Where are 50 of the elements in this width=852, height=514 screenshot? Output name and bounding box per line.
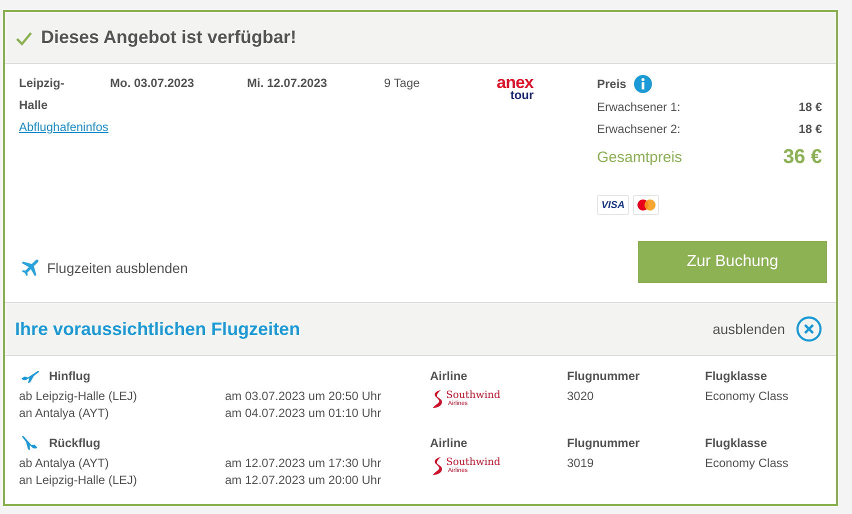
airline-heading: Airline (430, 436, 468, 450)
outbound-date: Mo. 03.07.2023 (110, 75, 196, 92)
arrival-time: am 04.07.2023 um 01:10 Uhr (225, 406, 382, 420)
class-heading: Flugklasse (705, 369, 768, 383)
arrival-time: am 12.07.2023 um 20:00 Uhr (225, 472, 382, 486)
flight-direction: Rückflug (49, 436, 100, 450)
flight-number-heading: Flugnummer (567, 436, 641, 450)
hide-link[interactable]: ausblenden (712, 321, 785, 337)
total-price: 36 € (783, 146, 822, 169)
airport-info-link[interactable]: Abflughafeninfos (19, 120, 108, 134)
flight-direction: Hinflug (49, 369, 90, 383)
airline-heading: Airline (430, 369, 468, 383)
travel-class: Economy Class (705, 456, 790, 470)
swirl-logo-icon (430, 456, 444, 476)
airline-logo-name: Southwind (446, 458, 500, 468)
travel-class: Economy Class (705, 388, 790, 402)
airplane-icon (19, 257, 41, 279)
passenger-label: Erwachsener 1: (597, 99, 680, 116)
departure-airport: ab Antalya (AYT) (19, 456, 110, 470)
takeoff-plane-icon (19, 368, 41, 384)
price-label: Preis (597, 77, 626, 91)
arrival-airport: an Leipzig-Halle (LEJ) (19, 472, 138, 486)
arrival-airport: an Antalya (AYT) (19, 406, 110, 420)
visa-card: VISA (597, 195, 629, 215)
passenger-price: 18 € (798, 121, 822, 138)
passenger-label: Erwachsener 2: (597, 121, 680, 138)
departure-time: am 12.07.2023 um 17:30 Uhr (225, 456, 382, 470)
mastercard-icon (633, 195, 659, 215)
flight-number: 3019 (567, 456, 595, 470)
flight-times-toggle[interactable]: Flugzeiten ausblenden (19, 257, 597, 279)
section-title: Ihre voraussichtlichen Flugzeiten (15, 318, 300, 340)
toggle-label[interactable]: Flugzeiten ausblenden (47, 260, 188, 276)
trip-duration: 9 Tage (384, 75, 421, 92)
total-price-label: Gesamtpreis (597, 149, 682, 166)
flight-number: 3020 (567, 388, 595, 402)
swirl-logo-icon (430, 389, 444, 409)
departure-airport: Leipzig-Halle (19, 75, 66, 114)
departure-airport: ab Leipzig-Halle (LEJ) (19, 388, 138, 402)
operator-logo-subtext: tour (510, 90, 534, 101)
info-icon (634, 75, 652, 93)
return-date: Mi. 12.07.2023 (247, 75, 328, 92)
close-icon (796, 316, 822, 342)
airline-logo-name: Southwind (446, 391, 500, 401)
operator-logo-text: anex (496, 76, 534, 90)
availability-title: Dieses Angebot ist verfügbar! (41, 27, 296, 48)
passenger-price: 18 € (798, 99, 822, 116)
check-icon (15, 30, 33, 46)
class-heading: Flugklasse (705, 436, 768, 450)
flight-number-heading: Flugnummer (567, 369, 641, 383)
departure-time: am 03.07.2023 um 20:50 Uhr (225, 388, 382, 402)
